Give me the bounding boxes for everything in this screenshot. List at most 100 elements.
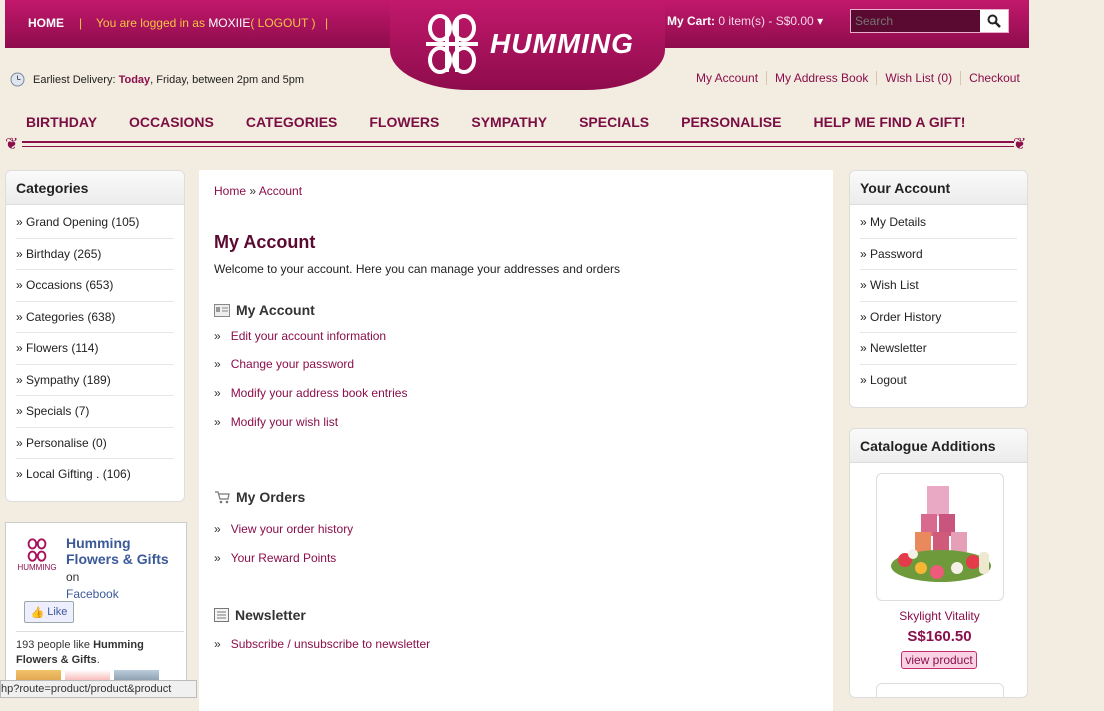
home-link[interactable]: HOME — [28, 16, 64, 30]
facebook-page-name[interactable]: Humming Flowers & Gifts — [66, 535, 169, 567]
login-prefix: You are logged in as — [96, 16, 209, 30]
section-title: Newsletter — [235, 607, 306, 623]
login-status: You are logged in as MOXIIE( LOGOUT ) — [96, 16, 315, 30]
reward-points-link[interactable]: Your Reward Points — [231, 551, 337, 565]
account-menu-item[interactable]: » Wish List — [860, 270, 1017, 302]
list-item: » Modify your wish list — [214, 415, 338, 429]
section-title: My Orders — [236, 489, 306, 505]
facebook-on: on — [66, 570, 80, 584]
like-count-end: . — [96, 654, 100, 666]
delivery-label: Earliest Delivery: — [33, 73, 116, 86]
facebook-like-count: 193 people like Humming Flowers & Gifts. — [16, 638, 176, 668]
list-item: » View your order history — [214, 522, 353, 536]
address-book-link[interactable]: My Address Book — [766, 71, 876, 85]
ornament-icon: ❦ — [5, 136, 19, 153]
nav-personalise[interactable]: PERSONALISE — [681, 114, 781, 130]
category-item[interactable]: » Occasions (653) — [16, 270, 174, 302]
account-links: My Account My Address Book Wish List (0)… — [696, 71, 1028, 85]
chevron-down-icon[interactable]: ▾ — [817, 14, 823, 28]
account-menu-item[interactable]: » My Details — [860, 207, 1017, 239]
bullet: » — [214, 551, 221, 565]
view-product-button[interactable]: view product — [901, 651, 977, 669]
logout-link[interactable]: ( LOGOUT ) — [250, 16, 315, 30]
nav-divider — [22, 141, 1014, 147]
product-image[interactable] — [876, 683, 1004, 697]
separator: | — [325, 16, 329, 30]
nav-flowers[interactable]: FLOWERS — [369, 114, 439, 130]
nav-birthday[interactable]: BIRTHDAY — [26, 114, 97, 130]
order-history-link[interactable]: View your order history — [231, 522, 354, 536]
flower-basket-image — [891, 486, 991, 582]
delivery-info: Earliest Delivery: Today, Friday, betwee… — [10, 72, 304, 87]
modify-address-book-link[interactable]: Modify your address book entries — [231, 386, 408, 400]
delivery-rest: , Friday, between 2pm and 5pm — [150, 73, 305, 86]
account-menu-item[interactable]: » Order History — [860, 302, 1017, 333]
search-box — [850, 9, 1009, 33]
humming-logo-icon — [27, 538, 47, 562]
shopping-cart-icon — [215, 490, 230, 503]
facebook-widget: HUMMING Humming Flowers & Gifts on Facebo… — [5, 522, 187, 698]
nav-categories[interactable]: CATEGORIES — [246, 114, 338, 130]
account-menu-item[interactable]: » Newsletter — [860, 333, 1017, 365]
category-item[interactable]: » Birthday (265) — [16, 239, 174, 270]
bullet: » — [214, 637, 221, 651]
nav-sympathy[interactable]: SYMPATHY — [471, 114, 547, 130]
nav-occasions[interactable]: OCCASIONS — [129, 114, 214, 130]
list-item: » Subscribe / unsubscribe to newsletter — [214, 637, 430, 651]
wish-list-link[interactable]: Wish List (0) — [876, 71, 960, 85]
breadcrumb-home[interactable]: Home — [214, 184, 246, 198]
facebook-like-button[interactable]: 👍 Like — [24, 601, 74, 623]
divider — [16, 631, 184, 632]
list-item: » Modify your address book entries — [214, 386, 407, 400]
facebook-logo-text: HUMMING — [17, 563, 57, 572]
section-my-account: My Account — [214, 302, 315, 318]
category-item[interactable]: » Specials (7) — [16, 396, 174, 428]
your-account-title: Your Account — [850, 171, 1027, 205]
modify-wish-list-link[interactable]: Modify your wish list — [231, 415, 338, 429]
category-item[interactable]: » Categories (638) — [16, 302, 174, 333]
breadcrumb-separator: » — [246, 184, 259, 198]
category-item[interactable]: » Flowers (114) — [16, 333, 174, 365]
search-button[interactable] — [980, 10, 1008, 32]
thumbs-up-icon: 👍 — [30, 606, 45, 619]
id-card-icon — [214, 303, 230, 317]
delivery-text: Earliest Delivery: Today, Friday, betwee… — [33, 74, 304, 86]
newsletter-subscribe-link[interactable]: Subscribe / unsubscribe to newsletter — [231, 637, 430, 651]
breadcrumb-account[interactable]: Account — [259, 184, 302, 198]
list-item: » Edit your account information — [214, 329, 386, 343]
account-menu-item[interactable]: » Password — [860, 239, 1017, 270]
cart-summary[interactable]: My Cart: 0 item(s) - S$0.00 ▾ — [667, 14, 823, 28]
status-bar-url: hp?route=product/product&product — [0, 680, 197, 698]
facebook-network[interactable]: Facebook — [66, 587, 119, 601]
ornament-icon: ❦ — [1013, 136, 1027, 153]
category-item[interactable]: » Grand Opening (105) — [16, 207, 174, 239]
account-menu-item[interactable]: » Logout — [860, 365, 1017, 397]
bullet: » — [214, 357, 221, 371]
product-image[interactable] — [876, 473, 1004, 601]
logo-wordmark: HUMMING — [490, 28, 634, 59]
product-name-link[interactable]: Skylight Vitality — [899, 609, 979, 623]
facebook-page-logo[interactable]: HUMMING — [16, 537, 58, 579]
search-icon — [987, 14, 1001, 28]
like-count-text: 193 people like — [16, 639, 94, 651]
edit-account-link[interactable]: Edit your account information — [231, 329, 386, 343]
username: MOXIIE — [208, 16, 251, 30]
cart-value: 0 item(s) - S$0.00 — [718, 14, 814, 28]
change-password-link[interactable]: Change your password — [231, 357, 354, 371]
category-item[interactable]: » Personalise (0) — [16, 428, 174, 459]
nav-help-find-gift[interactable]: HELP ME FIND A GIFT! — [813, 114, 965, 130]
nav-specials[interactable]: SPECIALS — [579, 114, 649, 130]
catalogue-additions-box: Catalogue Additions Skylight Vitality S$… — [849, 428, 1028, 698]
search-input[interactable] — [855, 13, 980, 29]
section-title: My Account — [236, 302, 315, 318]
main-content: Home » Account My Account Welcome to you… — [199, 170, 833, 711]
category-item[interactable]: » Local Gifting . (106) — [16, 459, 174, 491]
bullet: » — [214, 415, 221, 429]
catalogue-title: Catalogue Additions — [850, 429, 1027, 463]
logo[interactable]: HUMMING — [420, 10, 634, 78]
product-name[interactable]: Skylight Vitality — [850, 609, 1027, 623]
checkout-link[interactable]: Checkout — [960, 71, 1028, 85]
facebook-page-title: Humming Flowers & Gifts on Facebook — [66, 535, 176, 602]
my-account-link[interactable]: My Account — [696, 71, 766, 85]
category-item[interactable]: » Sympathy (189) — [16, 365, 174, 396]
